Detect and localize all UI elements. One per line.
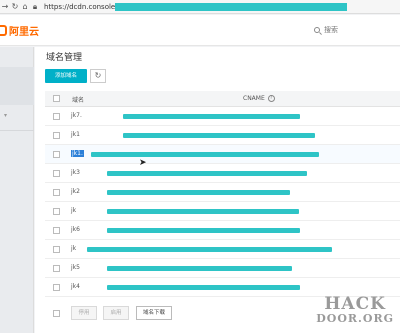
domain-cell[interactable]: jk5: [71, 264, 80, 271]
redaction-bar: [123, 133, 315, 138]
sidebar-item-active[interactable]: [0, 67, 34, 105]
row-checkbox[interactable]: [53, 170, 60, 177]
redaction-bar: [87, 247, 332, 252]
add-domain-button[interactable]: 添加域名: [45, 69, 87, 83]
forward-arrow-icon[interactable]: →: [0, 0, 10, 14]
home-icon[interactable]: ⌂: [20, 0, 30, 14]
redaction-bar: [107, 228, 300, 233]
page-title: 域名管理: [46, 53, 83, 63]
column-header-cname-label: CNAME: [243, 95, 265, 102]
sidebar: ▾: [0, 47, 34, 333]
domain-cell[interactable]: jk2: [71, 188, 80, 195]
redaction-bar: [107, 209, 299, 214]
domain-cell[interactable]: jk3: [71, 169, 80, 176]
main-content: 域名管理 添加域名 ↻ 域名 CNAME ? jk7. jk1 jk1. jk3 jk2…: [35, 47, 400, 333]
watermark-line2: DOOR.ORG: [316, 312, 394, 325]
mouse-cursor-icon: ➤: [139, 158, 147, 168]
redaction-bar: [107, 285, 300, 290]
table-row[interactable]: jk7.: [45, 107, 400, 126]
table-row[interactable]: jk1.: [45, 145, 400, 164]
domain-cell[interactable]: jk1: [71, 131, 80, 138]
row-checkbox[interactable]: [53, 151, 60, 158]
row-checkbox[interactable]: [53, 265, 60, 272]
row-checkbox[interactable]: [53, 208, 60, 215]
column-header-cname: CNAME ?: [243, 95, 275, 102]
domain-table: 域名 CNAME ? jk7. jk1 jk1. jk3 jk2 jk jk6 jk jk5 jk…: [45, 91, 400, 297]
lock-icon: 🔒︎: [32, 1, 38, 11]
table-row[interactable]: jk: [45, 240, 400, 259]
table-row[interactable]: jk: [45, 202, 400, 221]
domain-cell[interactable]: jk1.: [71, 150, 84, 157]
column-header-domain: 域名: [72, 97, 85, 104]
table-body: jk7. jk1 jk1. jk3 jk2 jk jk6 jk jk5 jk4: [45, 107, 400, 297]
logo-mark-icon: [0, 24, 7, 36]
table-header: 域名 CNAME ?: [45, 91, 400, 107]
redaction-bar: [107, 190, 290, 195]
url-redaction: [115, 3, 347, 11]
row-checkbox[interactable]: [53, 246, 60, 253]
chevron-down-icon[interactable]: ▾: [4, 112, 7, 119]
table-footer: 停用 启用 域名下载: [45, 306, 345, 322]
search-label: 搜索: [324, 26, 338, 34]
redaction-bar: [123, 114, 300, 119]
reload-icon[interactable]: ↻: [10, 0, 20, 14]
console-topbar: 阿里云 搜索: [0, 15, 400, 46]
table-row[interactable]: jk5: [45, 259, 400, 278]
domain-cell[interactable]: jk4: [71, 283, 80, 290]
table-row[interactable]: jk1: [45, 126, 400, 145]
table-row[interactable]: jk2: [45, 183, 400, 202]
disable-button[interactable]: 停用: [71, 306, 97, 320]
row-checkbox[interactable]: [53, 113, 60, 120]
search-box[interactable]: 搜索: [314, 25, 338, 35]
browser-address-bar: → ↻ ⌂ 🔒︎ https://dcdn.console.aliyun: [0, 0, 400, 14]
watermark: HACK DOOR.ORG: [316, 295, 394, 325]
row-checkbox[interactable]: [53, 284, 60, 291]
row-checkbox[interactable]: [53, 132, 60, 139]
redaction-bar: [91, 152, 319, 157]
redaction-bar: [107, 266, 292, 271]
aliyun-logo[interactable]: 阿里云: [0, 23, 39, 38]
select-all-checkbox[interactable]: [53, 95, 60, 102]
domain-cell[interactable]: jk: [71, 245, 76, 252]
enable-button[interactable]: 启用: [103, 306, 129, 320]
table-row[interactable]: jk6: [45, 221, 400, 240]
refresh-icon: ↻: [94, 71, 102, 80]
logo-text: 阿里云: [9, 26, 39, 38]
redaction-bar: [107, 171, 307, 176]
refresh-button[interactable]: ↻: [90, 69, 106, 83]
domain-cell[interactable]: jk: [71, 207, 76, 214]
domain-cell[interactable]: jk6: [71, 226, 80, 233]
row-checkbox[interactable]: [53, 227, 60, 234]
domain-download-button[interactable]: 域名下载: [136, 306, 172, 320]
watermark-line1: HACK: [324, 294, 386, 314]
search-icon: [314, 27, 320, 33]
help-icon[interactable]: ?: [267, 95, 275, 102]
row-checkbox[interactable]: [53, 189, 60, 196]
footer-select-all-checkbox[interactable]: [53, 310, 60, 317]
table-row[interactable]: jk3: [45, 164, 400, 183]
domain-cell[interactable]: jk7.: [71, 112, 82, 119]
